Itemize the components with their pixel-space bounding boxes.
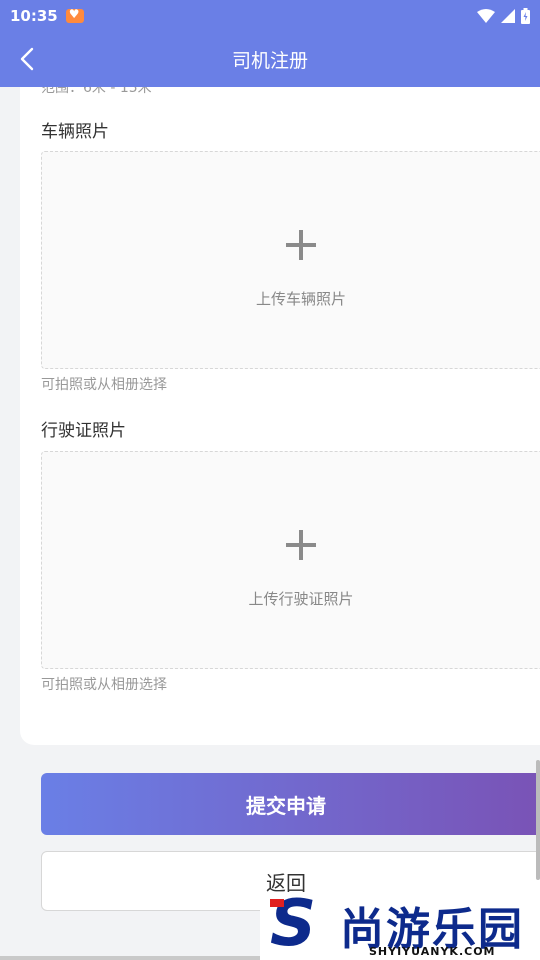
signal-icon [501, 9, 515, 23]
watermark-en-text: SHYIYUANYK.COM [369, 945, 496, 958]
scrollbar[interactable] [536, 760, 540, 880]
page-title: 司机注册 [231, 50, 308, 72]
form-card: 范围：6米 - 15米 车辆照片 上传车辆照片 可拍照或从相册选择 行驶证照片 … [20, 87, 540, 745]
submit-button[interactable]: 提交申请 [41, 773, 540, 835]
watermark-logo: S 尚游乐园 SHYIYUANYK.COM [260, 892, 540, 960]
app-notification-icon [65, 7, 84, 23]
wifi-icon [477, 9, 495, 23]
bottom-nav-indicator [0, 956, 260, 960]
vehicle-photo-title: 车辆照片 [41, 122, 109, 142]
vehicle-photo-hint: 可拍照或从相册选择 [41, 377, 167, 393]
status-bar: 10:35 [0, 0, 540, 32]
status-time: 10:35 [10, 7, 58, 25]
vehicle-upload-label: 上传车辆照片 [255, 290, 346, 308]
vehicle-photo-upload[interactable]: 上传车辆照片 [41, 151, 540, 369]
status-icons [477, 8, 530, 24]
license-photo-upload[interactable]: 上传行驶证照片 [41, 451, 540, 669]
plus-icon [286, 230, 316, 260]
plus-icon [286, 530, 316, 560]
watermark-s-logo-icon: S [270, 892, 330, 960]
license-photo-title: 行驶证照片 [41, 421, 126, 441]
clipped-length-hint: 范围：6米 - 15米 [41, 87, 152, 96]
battery-icon [521, 8, 530, 24]
nav-bar: 司机注册 [0, 32, 540, 87]
back-arrow-icon[interactable] [14, 44, 44, 74]
license-photo-hint: 可拍照或从相册选择 [41, 677, 167, 693]
license-upload-label: 上传行驶证照片 [248, 590, 354, 608]
